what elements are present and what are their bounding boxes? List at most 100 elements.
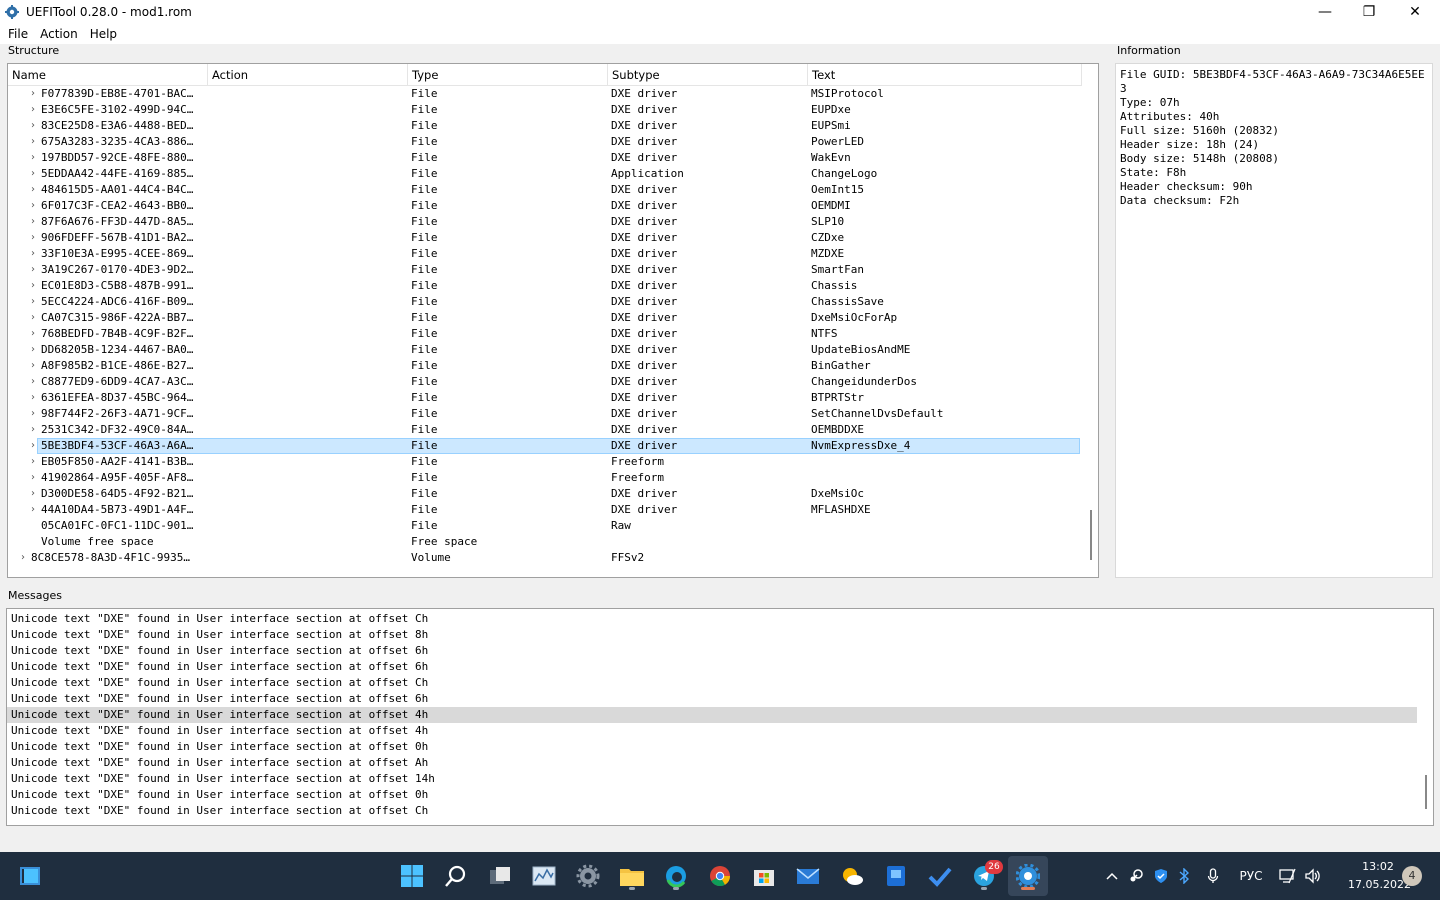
- tree-row[interactable]: › A8F985B2-B1CE-486E-B27… File DXE driver Bi…: [8, 358, 1082, 374]
- chrome-browser-icon[interactable]: [704, 860, 736, 892]
- chevron-right-icon[interactable]: ›: [28, 262, 38, 278]
- clock-date[interactable]: 17.05.2022: [1348, 878, 1411, 891]
- tree-row[interactable]: › 41902864-A95F-405F-AF8… File Freeform: [8, 470, 1082, 486]
- message-row[interactable]: Unicode text "DXE" found in User interfa…: [7, 627, 1417, 643]
- tree-row[interactable]: › 83CE25D8-E3A6-4488-BED… File DXE driver EU…: [8, 118, 1082, 134]
- start-menu-icon[interactable]: [396, 860, 428, 892]
- structure-tree[interactable]: Name Action Type Subtype Text › F077839D-…: [7, 63, 1099, 578]
- minimize-button[interactable]: —: [1302, 0, 1348, 24]
- chevron-right-icon[interactable]: ›: [28, 454, 38, 470]
- tree-row[interactable]: › 6F017C3F-CEA2-4643-BB0… File DXE driver OE…: [8, 198, 1082, 214]
- close-button[interactable]: ✕: [1392, 0, 1438, 24]
- message-row[interactable]: Unicode text "DXE" found in User interfa…: [7, 787, 1417, 803]
- settings-gear-icon[interactable]: [572, 860, 604, 892]
- tree-scrollbar-thumb[interactable]: [1090, 510, 1092, 560]
- security-shield-icon[interactable]: [1152, 866, 1170, 886]
- tree-row[interactable]: › 5BE3BDF4-53CF-46A3-A6A… File DXE driver Nv…: [8, 438, 1082, 454]
- chevron-right-icon[interactable]: ›: [28, 326, 38, 342]
- bluetooth-icon[interactable]: [1177, 866, 1191, 886]
- chevron-right-icon[interactable]: ›: [18, 550, 28, 566]
- tree-row[interactable]: › CA07C315-986F-422A-BB7… File DXE driver Dx…: [8, 310, 1082, 326]
- chevron-right-icon[interactable]: ›: [28, 470, 38, 486]
- tree-row[interactable]: › 33F10E3A-E995-4CEE-869… File DXE driver MZ…: [8, 246, 1082, 262]
- column-header-text[interactable]: Text: [808, 64, 1082, 86]
- tree-row[interactable]: › 98F744F2-26F3-4A71-9CF… File DXE driver Se…: [8, 406, 1082, 422]
- chevron-right-icon[interactable]: ›: [28, 230, 38, 246]
- tree-row[interactable]: › 6361EFEA-8D37-45BC-964… File DXE driver BT…: [8, 390, 1082, 406]
- chevron-right-icon[interactable]: ›: [28, 86, 38, 102]
- tree-row[interactable]: 05CA01FC-0FC1-11DC-901… File Raw: [8, 518, 1082, 534]
- messages-list[interactable]: Unicode text "DXE" found in User interfa…: [6, 608, 1434, 826]
- chevron-right-icon[interactable]: ›: [28, 294, 38, 310]
- message-row[interactable]: Unicode text "DXE" found in User interfa…: [7, 803, 1417, 819]
- chevron-right-icon[interactable]: ›: [28, 198, 38, 214]
- language-indicator[interactable]: РУС: [1234, 866, 1268, 886]
- chevron-right-icon[interactable]: ›: [28, 310, 38, 326]
- message-row[interactable]: Unicode text "DXE" found in User interfa…: [7, 771, 1417, 787]
- tree-row[interactable]: › F077839D-EB8E-4701-BAC… File DXE driver MS…: [8, 86, 1082, 102]
- tree-row[interactable]: › 675A3283-3235-4CA3-886… File DXE driver Po…: [8, 134, 1082, 150]
- column-header-subtype[interactable]: Subtype: [608, 64, 808, 86]
- messages-scrollbar[interactable]: [1419, 609, 1433, 825]
- chevron-right-icon[interactable]: ›: [28, 118, 38, 134]
- tree-row[interactable]: › 197BDD57-92CE-48FE-880… File DXE driver Wa…: [8, 150, 1082, 166]
- tree-row[interactable]: › EB05F850-AA2F-4141-B3B… File Freeform: [8, 454, 1082, 470]
- tree-row[interactable]: › 87F6A676-FF3D-447D-8A5… File DXE driver SL…: [8, 214, 1082, 230]
- maximize-button[interactable]: ❐: [1346, 0, 1392, 24]
- chevron-right-icon[interactable]: ›: [28, 246, 38, 262]
- chart-app-icon[interactable]: [528, 860, 560, 892]
- chevron-right-icon[interactable]: ›: [28, 374, 38, 390]
- message-row[interactable]: Unicode text "DXE" found in User interfa…: [7, 643, 1417, 659]
- tree-row[interactable]: › 5EDDAA42-44FE-4169-885… File Application C…: [8, 166, 1082, 182]
- uefitool-taskbar-icon[interactable]: [1012, 860, 1044, 892]
- tree-row[interactable]: › 484615D5-AA01-44C4-B4C… File DXE driver Oe…: [8, 182, 1082, 198]
- column-header-name[interactable]: Name: [8, 64, 208, 86]
- network-icon[interactable]: [1278, 866, 1298, 886]
- chevron-right-icon[interactable]: ›: [28, 358, 38, 374]
- chevron-right-icon[interactable]: ›: [28, 278, 38, 294]
- tree-row[interactable]: › 906FDEFF-567B-41D1-BA2… File DXE driver CZ…: [8, 230, 1082, 246]
- task-view-icon[interactable]: [484, 860, 516, 892]
- message-row[interactable]: Unicode text "DXE" found in User interfa…: [7, 707, 1417, 723]
- tree-row[interactable]: › 2531C342-DF32-49C0-84A… File DXE driver OE…: [8, 422, 1082, 438]
- chevron-up-icon[interactable]: [1104, 866, 1120, 886]
- tree-row[interactable]: › 768BEDFD-7B4B-4C9F-B2F… File DXE driver NT…: [8, 326, 1082, 342]
- chevron-right-icon[interactable]: ›: [28, 422, 38, 438]
- messages-scrollbar-thumb[interactable]: [1425, 775, 1427, 809]
- notification-count-badge[interactable]: 4: [1402, 866, 1422, 886]
- steam-icon[interactable]: [1127, 866, 1145, 886]
- tree-row[interactable]: Volume free space Free space: [8, 534, 1082, 550]
- chevron-right-icon[interactable]: ›: [28, 214, 38, 230]
- tree-row[interactable]: › D300DE58-64D5-4F92-B21… File DXE driver Dx…: [8, 486, 1082, 502]
- search-icon[interactable]: [440, 860, 472, 892]
- clock-time[interactable]: 13:02: [1348, 860, 1408, 873]
- app-blue-icon[interactable]: [880, 860, 912, 892]
- chevron-right-icon[interactable]: ›: [28, 150, 38, 166]
- todo-check-icon[interactable]: [924, 860, 956, 892]
- menu-help[interactable]: Help: [84, 27, 123, 41]
- chevron-right-icon[interactable]: ›: [28, 166, 38, 182]
- chevron-right-icon[interactable]: ›: [28, 134, 38, 150]
- information-panel[interactable]: File GUID: 5BE3BDF4-53CF-46A3-A6A9-73C34…: [1115, 63, 1433, 578]
- message-row[interactable]: Unicode text "DXE" found in User interfa…: [7, 611, 1417, 627]
- menu-action[interactable]: Action: [34, 27, 84, 41]
- chevron-right-icon[interactable]: ›: [28, 182, 38, 198]
- volume-icon[interactable]: [1303, 866, 1323, 886]
- tree-row[interactable]: › EC01E8D3-C5B8-487B-991… File DXE driver Ch…: [8, 278, 1082, 294]
- chevron-right-icon[interactable]: ›: [28, 486, 38, 502]
- message-row[interactable]: Unicode text "DXE" found in User interfa…: [7, 691, 1417, 707]
- chevron-right-icon[interactable]: ›: [28, 502, 38, 518]
- column-header-type[interactable]: Type: [408, 64, 608, 86]
- mail-icon[interactable]: [792, 860, 824, 892]
- column-header-action[interactable]: Action: [208, 64, 408, 86]
- message-row[interactable]: Unicode text "DXE" found in User interfa…: [7, 755, 1417, 771]
- tree-row[interactable]: › 8C8CE578-8A3D-4F1C-9935… Volume FFSv2: [8, 550, 1082, 566]
- microphone-icon[interactable]: [1204, 866, 1222, 886]
- chevron-right-icon[interactable]: ›: [28, 342, 38, 358]
- tree-scrollbar[interactable]: [1084, 64, 1098, 577]
- tree-row[interactable]: › 44A10DA4-5B73-49D1-A4F… File DXE driver MF…: [8, 502, 1082, 518]
- show-desktop-icon[interactable]: [14, 860, 46, 892]
- tree-row[interactable]: › 3A19C267-0170-4DE3-9D2… File DXE driver Sm…: [8, 262, 1082, 278]
- tree-row[interactable]: › C8877ED9-6DD9-4CA7-A3C… File DXE driver Ch…: [8, 374, 1082, 390]
- chevron-right-icon[interactable]: ›: [28, 102, 38, 118]
